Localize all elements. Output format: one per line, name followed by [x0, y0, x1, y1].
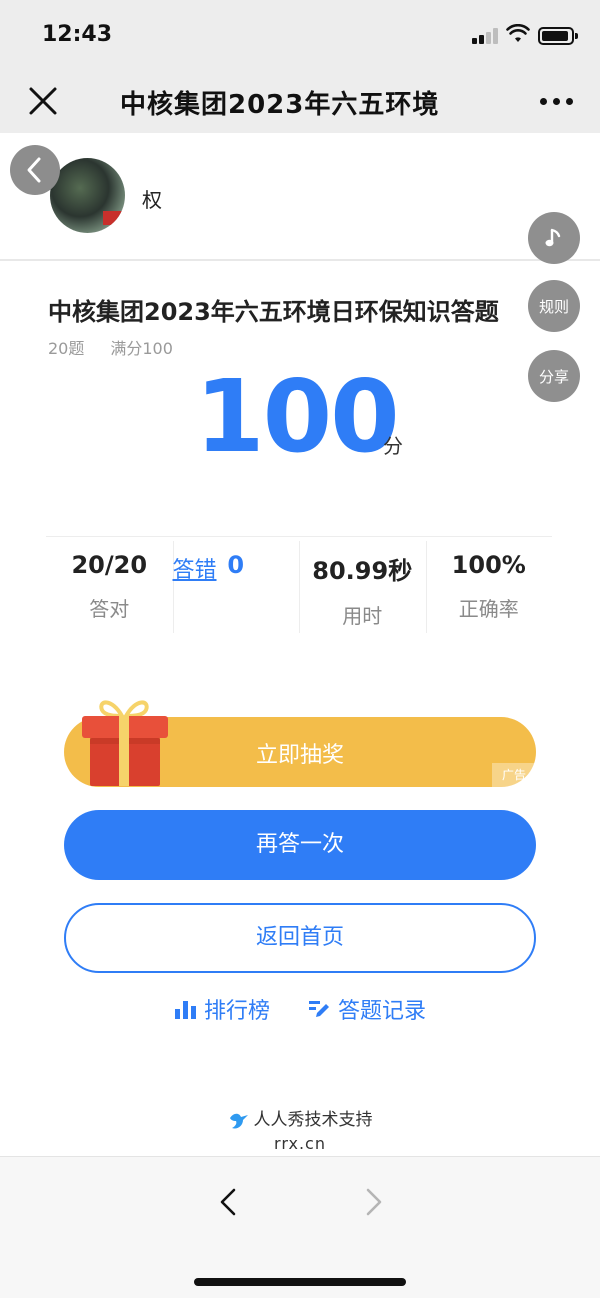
ranking-link[interactable]: 排行榜 [174, 992, 270, 1026]
stat-label: 正确率 [458, 597, 519, 621]
wrong-answers-link[interactable]: 答错 [173, 551, 217, 585]
more-icon[interactable] [540, 98, 574, 106]
ranking-label: 排行榜 [204, 999, 271, 1024]
stat-wrong[interactable]: 0 答错 [172, 537, 300, 636]
music-button[interactable] [528, 212, 580, 264]
stat-value: 20/20 [71, 551, 148, 579]
share-button[interactable]: 分享 [528, 350, 580, 402]
records-link[interactable]: 答题记录 [308, 992, 426, 1026]
edit-icon [309, 1001, 329, 1017]
footer-brand-text: 人人秀技术支持 [253, 1110, 373, 1130]
score-value: 100 [195, 358, 400, 475]
home-indicator [194, 1278, 406, 1286]
browser-toolbar [0, 1156, 600, 1298]
signal-icon [472, 28, 500, 44]
quiz-meta: 20题 满分100 [48, 335, 173, 359]
chevron-right-icon[interactable] [360, 1186, 388, 1218]
bird-logo-icon [229, 1113, 248, 1129]
stat-label: 用时 [342, 604, 383, 628]
retry-button[interactable]: 再答一次 [64, 810, 536, 880]
footer-url: rrx.cn [274, 1134, 326, 1153]
back-button[interactable] [10, 145, 60, 195]
bottom-links: 排行榜 答题记录 [0, 992, 600, 1026]
bar-chart-icon [175, 1001, 196, 1019]
stat-time: 80.99秒 用时 [299, 537, 426, 636]
footer-brand: 人人秀技术支持 [0, 1105, 600, 1131]
avatar [50, 158, 125, 233]
close-icon[interactable] [28, 86, 58, 116]
records-label: 答题记录 [338, 999, 427, 1024]
chevron-left-icon[interactable] [214, 1186, 242, 1218]
wifi-icon [506, 24, 530, 42]
score-unit: 分 [383, 434, 403, 458]
page-title: 中核集团2023年六五环境 [120, 90, 440, 120]
stat-label: 答对 [89, 597, 130, 621]
top-bar: 12:43 中核集团2023年六五环境 [0, 0, 600, 133]
music-note-icon [545, 228, 561, 247]
stat-accuracy: 100% 正确率 [425, 537, 553, 636]
battery-icon [538, 27, 578, 45]
stat-value: 100% [451, 551, 526, 579]
divider [0, 259, 600, 261]
stats-panel: 20/20 答对 0 答错 80.99秒 用时 100% 正确率 [46, 536, 552, 636]
stat-correct: 20/20 答对 [46, 537, 173, 636]
chevron-left-icon [27, 157, 41, 183]
full-score: 满分100 [110, 339, 173, 358]
status-time: 12:43 [42, 22, 113, 47]
stat-value: 80.99秒 [312, 557, 413, 585]
quiz-title: 中核集团2023年六五环境日环保知识答题 [48, 298, 499, 326]
home-button[interactable]: 返回首页 [64, 903, 536, 973]
gift-icon [82, 700, 168, 786]
question-count: 20题 [48, 339, 85, 358]
ad-badge: 广告 [492, 763, 536, 787]
user-name: 权 [142, 188, 162, 212]
